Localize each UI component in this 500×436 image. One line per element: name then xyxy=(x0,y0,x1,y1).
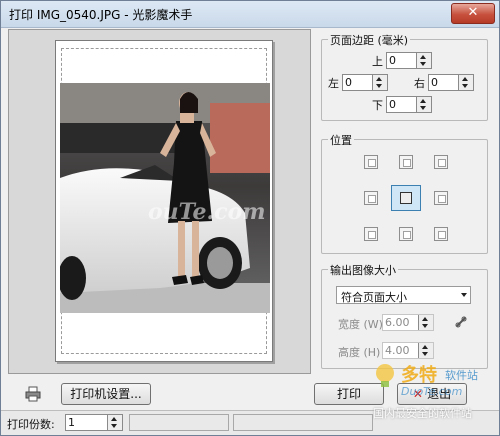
copies-spinner[interactable]: 1 xyxy=(65,414,123,431)
copies-label: 打印份数: xyxy=(7,418,55,431)
lightbulb-logo-icon xyxy=(376,364,394,387)
height-spinner[interactable]: 4.00 xyxy=(382,342,434,359)
position-top-right[interactable] xyxy=(434,155,448,169)
spin-arrows-icon[interactable] xyxy=(107,415,122,430)
margin-top-label: 上 xyxy=(372,55,383,68)
paper-preview: ouTe.com xyxy=(55,40,273,362)
width-label: 宽度 (W) xyxy=(338,318,383,331)
print-preview-panel: ouTe.com xyxy=(8,29,311,374)
margin-top-spinner[interactable]: 0 xyxy=(386,52,432,69)
width-value: 6.00 xyxy=(385,316,410,329)
position-group: 位置 xyxy=(321,132,488,254)
close-icon: ✕ xyxy=(467,5,479,20)
spin-arrows-icon[interactable] xyxy=(458,75,473,90)
margin-right-spinner[interactable]: 0 xyxy=(428,74,474,91)
position-title: 位置 xyxy=(328,132,354,148)
height-value: 4.00 xyxy=(385,344,410,357)
spin-arrows-icon[interactable] xyxy=(372,75,387,90)
margin-left-value: 0 xyxy=(345,76,352,89)
margin-bottom-value: 0 xyxy=(389,98,396,111)
margin-left-spinner[interactable]: 0 xyxy=(342,74,388,91)
status-pane xyxy=(129,414,229,431)
margin-bottom-spinner[interactable]: 0 xyxy=(386,96,432,113)
slogan-watermark: 国内最安全的软件站 xyxy=(373,407,472,420)
status-pane xyxy=(233,414,373,431)
link-aspect-icon[interactable] xyxy=(454,315,468,329)
photo-preview: ouTe.com xyxy=(60,83,270,313)
margin-top-value: 0 xyxy=(389,54,396,67)
printer-icon[interactable] xyxy=(25,386,41,402)
title-bar: 打印 IMG_0540.JPG - 光影魔术手 ✕ xyxy=(1,1,499,28)
position-bottom-right[interactable] xyxy=(434,227,448,241)
spin-arrows-icon[interactable] xyxy=(418,343,433,358)
width-spinner[interactable]: 6.00 xyxy=(382,314,434,331)
output-size-group: 输出图像大小 符合页面大小 宽度 (W) 6.00 高度 (H) 4.00 xyxy=(321,262,488,369)
output-mode-value: 符合页面大小 xyxy=(341,291,407,304)
spin-arrows-icon[interactable] xyxy=(416,97,431,112)
height-label: 高度 (H) xyxy=(338,346,381,359)
margin-bottom-label: 下 xyxy=(372,99,383,112)
window-title: 打印 IMG_0540.JPG - 光影魔术手 xyxy=(9,8,193,22)
position-center-selected[interactable] xyxy=(391,185,421,211)
spin-arrows-icon[interactable] xyxy=(416,53,431,68)
position-bottom-left[interactable] xyxy=(364,227,378,241)
chevron-down-icon xyxy=(461,293,467,297)
close-button[interactable]: ✕ xyxy=(451,3,495,24)
page-margins-title: 页面边距 (毫米) xyxy=(328,32,411,48)
output-size-title: 输出图像大小 xyxy=(328,262,398,278)
printer-setup-button[interactable]: 打印机设置... xyxy=(61,383,151,405)
position-middle-right[interactable] xyxy=(434,191,448,205)
print-dialog: 打印 IMG_0540.JPG - 光影魔术手 ✕ ouTe.com 页面边距 … xyxy=(0,0,500,436)
logo-sub: 软件站 xyxy=(445,369,478,382)
car-model-image xyxy=(60,83,270,313)
output-mode-select[interactable]: 符合页面大小 xyxy=(336,286,471,304)
spin-arrows-icon[interactable] xyxy=(418,315,433,330)
position-middle-left[interactable] xyxy=(364,191,378,205)
margin-left-label: 左 xyxy=(328,77,339,90)
logo-domain: DuoTe.com xyxy=(401,385,463,398)
copies-value: 1 xyxy=(68,416,75,429)
logo-text: 多特 xyxy=(401,365,437,386)
page-margins-group: 页面边距 (毫米) 上 0 左 0 右 0 下 0 xyxy=(321,32,488,121)
position-bottom-center[interactable] xyxy=(399,227,413,241)
position-top-left[interactable] xyxy=(364,155,378,169)
watermark-text: ouTe.com xyxy=(148,199,266,225)
margin-right-value: 0 xyxy=(431,76,438,89)
position-top-center[interactable] xyxy=(399,155,413,169)
margin-right-label: 右 xyxy=(414,77,425,90)
